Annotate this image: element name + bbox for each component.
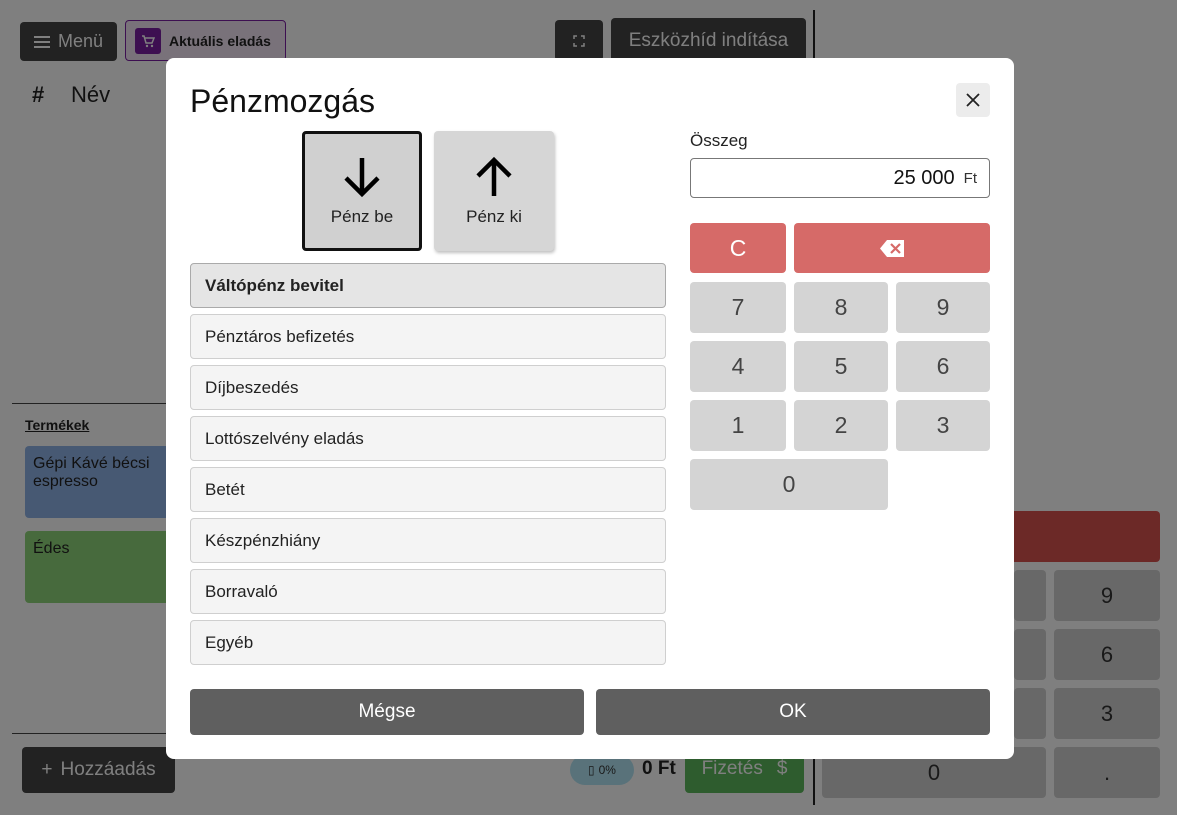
backspace-icon (880, 239, 904, 257)
key-3[interactable]: 3 (896, 400, 990, 451)
amount-input[interactable]: 25 000 Ft (690, 158, 990, 198)
direction-out-label: Pénz ki (466, 207, 522, 226)
dialog-title: Pénzmozgás (190, 83, 375, 119)
movement-type-item[interactable]: Pénztáros befizetés (190, 314, 666, 359)
key-1[interactable]: 1 (690, 400, 786, 451)
key-2[interactable]: 2 (794, 400, 888, 451)
clear-key[interactable]: C (690, 223, 786, 273)
movement-type-item[interactable]: Készpénzhiány (190, 518, 666, 563)
cancel-button[interactable]: Mégse (190, 689, 584, 735)
amount-value: 25 000 (893, 166, 955, 189)
key-4[interactable]: 4 (690, 341, 786, 392)
key-7[interactable]: 7 (690, 282, 786, 333)
direction-out-button[interactable]: Pénz ki (434, 131, 554, 251)
movement-type-item[interactable]: Váltópénz bevitel (190, 263, 666, 308)
arrow-down-icon (344, 158, 380, 198)
direction-in-label: Pénz be (330, 207, 394, 226)
currency-unit: Ft (963, 169, 977, 187)
amount-label: Összeg (690, 131, 748, 150)
movement-type-item[interactable]: Borravaló (190, 569, 666, 614)
key-6[interactable]: 6 (896, 341, 990, 392)
key-9[interactable]: 9 (896, 282, 990, 333)
key-0[interactable]: 0 (690, 459, 888, 510)
ok-button[interactable]: OK (596, 689, 990, 735)
movement-type-list: Váltópénz bevitel Pénztáros befizetés Dí… (190, 263, 666, 671)
cash-movement-dialog: Pénzmozgás Pénz be Pénz ki Váltópénz bev… (166, 58, 1014, 759)
backspace-key[interactable] (794, 223, 990, 273)
key-5[interactable]: 5 (794, 341, 888, 392)
movement-type-item[interactable]: Egyéb (190, 620, 666, 665)
movement-type-item[interactable]: Lottószelvény eladás (190, 416, 666, 461)
close-icon (966, 93, 980, 107)
movement-type-item[interactable]: Betét (190, 467, 666, 512)
movement-type-item[interactable]: Díjbeszedés (190, 365, 666, 410)
arrow-up-icon (476, 156, 512, 196)
key-8[interactable]: 8 (794, 282, 888, 333)
close-button[interactable] (956, 83, 990, 117)
direction-in-button[interactable]: Pénz be (302, 131, 422, 251)
